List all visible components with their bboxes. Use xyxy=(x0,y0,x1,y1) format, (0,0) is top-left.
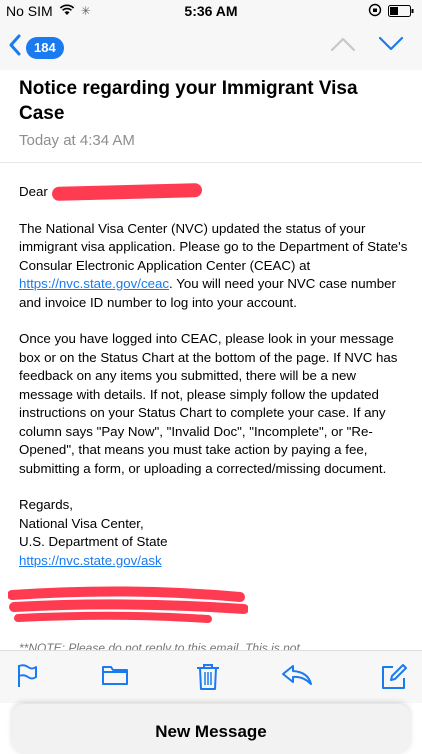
unread-count-badge: 184 xyxy=(26,36,64,59)
paragraph-2: Once you have logged into CEAC, please l… xyxy=(19,331,398,476)
ask-link[interactable]: https://nvc.state.gov/ask xyxy=(19,553,162,568)
next-message-button[interactable] xyxy=(378,36,404,57)
header-divider xyxy=(0,162,422,163)
signature-regards: Regards, xyxy=(19,497,73,512)
paragraph-1: The National Visa Center (NVC) updated t… xyxy=(19,220,411,313)
reply-button[interactable] xyxy=(281,663,313,692)
email-date: Today at 4:34 AM xyxy=(19,132,135,149)
status-right xyxy=(368,3,414,20)
battery-icon xyxy=(388,4,414,20)
signature-org: National Visa Center, xyxy=(19,515,144,531)
chevron-left-icon xyxy=(8,34,22,61)
message-toolbar xyxy=(0,650,422,703)
status-time: 5:36 AM xyxy=(184,3,238,19)
nav-bar: 184 xyxy=(0,22,422,70)
signature-dept: U.S. Department of State xyxy=(19,534,168,549)
status-bar: No SIM ✳ 5:36 AM xyxy=(0,0,422,22)
greeting-text: Dear xyxy=(19,184,48,199)
greeting-line: Dear xyxy=(19,183,411,202)
folder-icon xyxy=(102,666,128,685)
previous-message-button[interactable] xyxy=(330,36,356,57)
move-to-folder-button[interactable] xyxy=(101,663,129,692)
trash-button[interactable] xyxy=(196,663,220,696)
email-subject: Notice regarding your Immigrant Visa Cas… xyxy=(19,78,358,124)
compose-button[interactable] xyxy=(380,663,408,696)
chevron-down-icon xyxy=(378,36,404,51)
email-header: Notice regarding your Immigrant Visa Cas… xyxy=(19,76,399,149)
ceac-link[interactable]: https://nvc.state.gov/ceac xyxy=(19,276,169,291)
redaction-mark xyxy=(51,183,202,202)
redaction-scribble xyxy=(7,585,249,630)
new-message-label: New Message xyxy=(155,722,267,741)
flag-button[interactable] xyxy=(16,663,38,694)
compose-icon xyxy=(382,664,407,689)
flag-icon xyxy=(18,664,37,687)
back-button[interactable]: 184 xyxy=(8,34,64,61)
email-body: Dear The National Visa Center (NVC) upda… xyxy=(19,183,411,588)
new-message-sheet[interactable]: New Message xyxy=(12,704,410,754)
signature: Regards, National Visa Center, U.S. Depa… xyxy=(19,496,411,570)
chevron-up-icon xyxy=(330,37,356,52)
trash-icon xyxy=(197,664,219,690)
reply-icon xyxy=(282,665,312,685)
paragraph-1-text: The National Visa Center (NVC) updated t… xyxy=(19,220,408,273)
orientation-lock-icon xyxy=(368,3,382,20)
